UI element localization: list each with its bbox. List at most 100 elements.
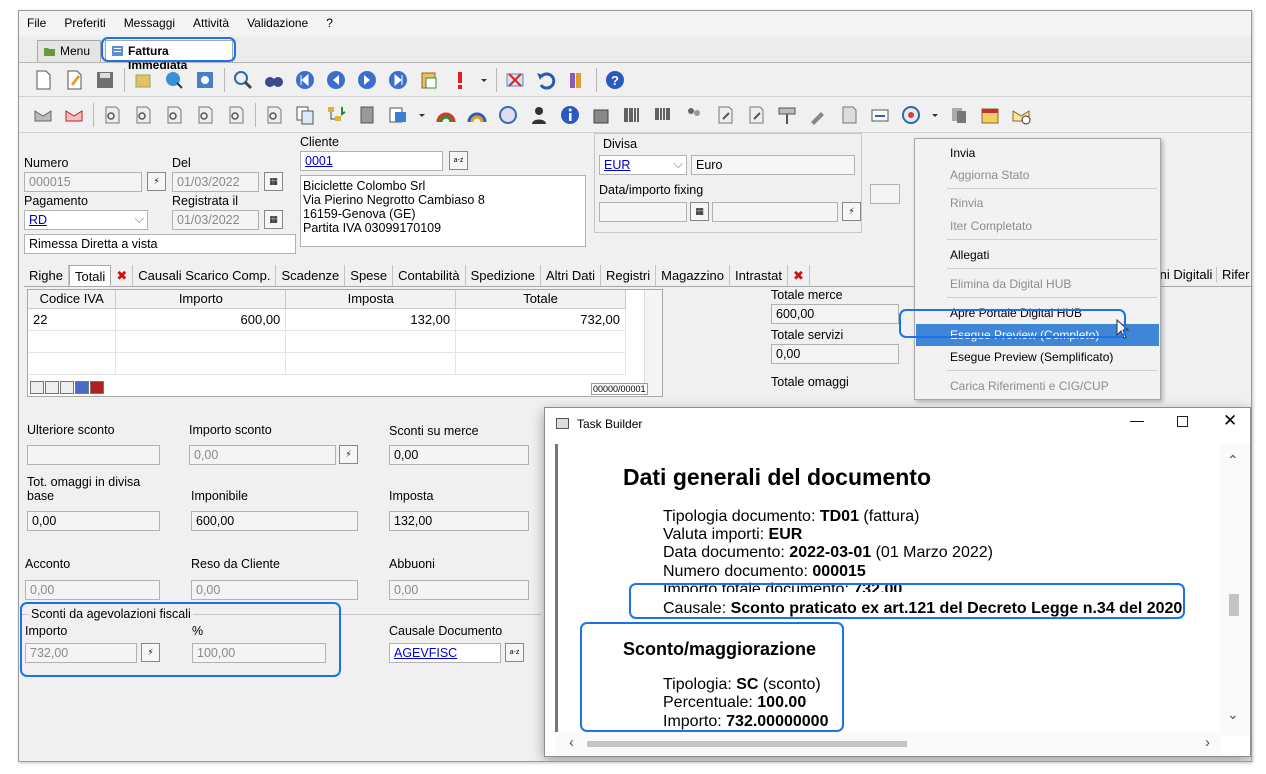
- imponibile-field[interactable]: 600,00: [191, 511, 358, 531]
- divisa-code[interactable]: EUR: [604, 158, 630, 172]
- new-document-icon[interactable]: [31, 68, 55, 92]
- tab-riferimenti[interactable]: Rifer: [1216, 267, 1250, 282]
- cliente-code-field[interactable]: 0001: [300, 151, 443, 171]
- menu-item-elimina-digital-hub[interactable]: Elimina da Digital HUB: [916, 273, 1159, 295]
- doc-search-1-icon[interactable]: [100, 103, 124, 127]
- reso-field[interactable]: 0,00: [191, 580, 358, 600]
- sconti-merce-field[interactable]: 0,00: [389, 445, 529, 465]
- menu-file[interactable]: File: [27, 16, 46, 30]
- tab-magazzino[interactable]: Magazzino: [656, 265, 730, 286]
- lookup-az-button[interactable]: a-z: [505, 643, 524, 662]
- chevron-down-icon[interactable]: [479, 68, 489, 92]
- last-record-icon[interactable]: [386, 68, 410, 92]
- tab-scadenze[interactable]: Scadenze: [276, 265, 346, 286]
- menu-validazione[interactable]: Validazione: [247, 16, 308, 30]
- barcode-ean-icon[interactable]: [651, 103, 675, 127]
- table-row[interactable]: 22 600,00 132,00 732,00: [28, 308, 626, 331]
- undo-icon[interactable]: [534, 68, 558, 92]
- tab-righe[interactable]: Righe: [24, 265, 69, 286]
- previous-record-icon[interactable]: [324, 68, 348, 92]
- lookup-az-button[interactable]: a-z: [449, 151, 468, 170]
- building-icon[interactable]: [589, 103, 613, 127]
- menu-messaggi[interactable]: Messaggi: [124, 16, 175, 30]
- causale-documento-field[interactable]: AGEVFISC: [389, 643, 501, 663]
- maximize-icon[interactable]: [1177, 416, 1188, 427]
- chevron-down-icon[interactable]: [930, 103, 940, 127]
- next-record-icon[interactable]: [355, 68, 379, 92]
- menu-item-iter-completato[interactable]: Iter Completato: [916, 215, 1159, 237]
- cliente-code[interactable]: 0001: [305, 154, 333, 168]
- pagamento-select[interactable]: RD ⌵: [24, 210, 148, 230]
- agev-perc-field[interactable]: 100,00: [192, 643, 326, 663]
- menu-item-preview-semplificato[interactable]: Esegue Preview (Semplificato): [916, 346, 1159, 368]
- close-icon[interactable]: ✖: [788, 265, 810, 286]
- col-codice-iva[interactable]: Codice IVA: [28, 290, 117, 309]
- user-icon[interactable]: [527, 103, 551, 127]
- agev-importo-field[interactable]: 732,00: [25, 643, 137, 663]
- col-totale[interactable]: Totale: [455, 290, 626, 309]
- numero-field[interactable]: 000015: [24, 172, 142, 192]
- chevron-down-icon[interactable]: [417, 103, 427, 127]
- info-icon[interactable]: [558, 103, 582, 127]
- col-importo[interactable]: Importo: [115, 290, 287, 309]
- tab-menu[interactable]: Menu: [37, 40, 101, 62]
- doc-edit-1-icon[interactable]: [713, 103, 737, 127]
- tab-totali[interactable]: Totali: [68, 265, 112, 286]
- menu-item-rinvia[interactable]: Rinvia: [916, 192, 1159, 214]
- tab-contabilita[interactable]: Contabilità: [393, 265, 466, 286]
- grid-btn-icon[interactable]: [60, 381, 74, 394]
- menu-preferiti[interactable]: Preferiti: [64, 16, 105, 30]
- envelope-red-icon[interactable]: [62, 103, 86, 127]
- tab-fattura-immediata[interactable]: Fattura Immediata: [105, 40, 233, 72]
- scrollbar-thumb[interactable]: [587, 741, 907, 747]
- col-imposta[interactable]: Imposta: [285, 290, 457, 309]
- menu-item-invia[interactable]: Invia: [916, 142, 1159, 164]
- signpost-icon[interactable]: [775, 103, 799, 127]
- preview-horizontal-scrollbar[interactable]: ‹ ›: [555, 732, 1221, 756]
- causale-code[interactable]: AGEVFISC: [394, 646, 457, 660]
- omaggi-divisa-field[interactable]: 0,00: [27, 511, 160, 531]
- grid-btn-icon[interactable]: [45, 381, 59, 394]
- people-icon[interactable]: [682, 103, 706, 127]
- menu-item-aggiorna-stato[interactable]: Aggiorna Stato: [916, 164, 1159, 186]
- digital-hub-icon[interactable]: [899, 103, 923, 127]
- rainbow-house-icon[interactable]: [434, 103, 458, 127]
- first-record-icon[interactable]: [293, 68, 317, 92]
- doc-search-3-icon[interactable]: [162, 103, 186, 127]
- edit-document-icon[interactable]: [62, 68, 86, 92]
- divisa-select[interactable]: EUR ⌵: [599, 155, 687, 175]
- scrollbar-thumb[interactable]: [1229, 594, 1239, 616]
- importo-sconto-field[interactable]: 0,00: [189, 445, 336, 465]
- email-at-icon[interactable]: [1009, 103, 1033, 127]
- totale-servizi-field[interactable]: 0,00: [771, 344, 899, 364]
- tab-spese[interactable]: Spese: [345, 265, 394, 286]
- lightning-button[interactable]: ⚡: [339, 445, 358, 464]
- fixing-amount-field[interactable]: [712, 202, 838, 222]
- delete-icon[interactable]: [503, 68, 527, 92]
- close-icon[interactable]: ✕: [1223, 411, 1237, 431]
- pagamento-code[interactable]: RD: [29, 213, 47, 227]
- doc-search-5-icon[interactable]: [224, 103, 248, 127]
- tool-icon[interactable]: [806, 103, 830, 127]
- lightning-button[interactable]: ⚡: [147, 172, 166, 191]
- alert-icon[interactable]: [448, 68, 472, 92]
- fixing-date-field[interactable]: [599, 202, 687, 222]
- grid-list-icon[interactable]: [90, 381, 104, 394]
- books-icon[interactable]: [565, 68, 589, 92]
- doc-edit-2-icon[interactable]: [744, 103, 768, 127]
- ulteriore-sconto-field[interactable]: [27, 445, 160, 465]
- menu-item-carica-riferimenti[interactable]: Carica Riferimenti e CIG/CUP: [916, 375, 1159, 397]
- help-icon[interactable]: ?: [603, 68, 627, 92]
- calendar-button[interactable]: ▦: [264, 172, 283, 191]
- rainbow-house-2-icon[interactable]: [465, 103, 489, 127]
- lightning-button[interactable]: ⚡: [141, 643, 160, 662]
- preview-vertical-scrollbar[interactable]: ⌃ ⌄: [1220, 444, 1250, 736]
- binoculars-icon[interactable]: [262, 68, 286, 92]
- menu-attivita[interactable]: Attività: [193, 16, 229, 30]
- abbuoni-field[interactable]: 0,00: [389, 580, 529, 600]
- tab-registri[interactable]: Registri: [601, 265, 657, 286]
- gray-docs-icon[interactable]: [947, 103, 971, 127]
- grid-btn-icon[interactable]: [30, 381, 44, 394]
- grid-export-icon[interactable]: [75, 381, 89, 394]
- doc-tool-icon[interactable]: [837, 103, 861, 127]
